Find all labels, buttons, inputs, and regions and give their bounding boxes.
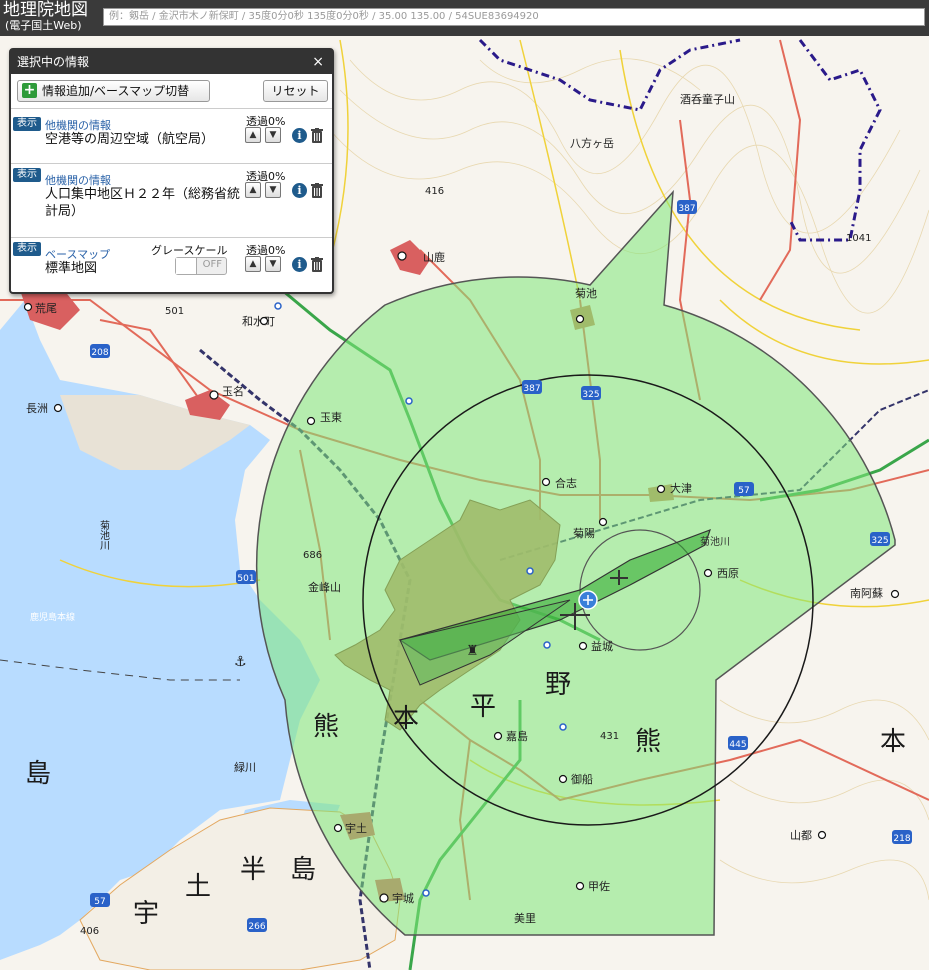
info-icon[interactable]: i — [292, 183, 307, 198]
panel-toolbar: + 情報追加/ベースマップ切替 リセット — [11, 74, 332, 109]
label-nagasu: 長洲 — [26, 402, 48, 415]
layer-item-did: 表示 他機関の情報 人口集中地区Ｈ２２年（総務省統計局） 透過0% ▲ ▼ i — [11, 164, 332, 238]
top-bar: 地理院地図 (電子国土Web) 例：剱岳 / 金沢市木ノ新保町 / 35度0分0… — [0, 0, 929, 36]
label-midorikawa: 緑川 — [234, 760, 256, 774]
add-info-button[interactable]: + 情報追加/ベースマップ切替 — [17, 80, 210, 102]
transparency-down-icon[interactable]: ▼ — [265, 256, 281, 272]
landmark-icon: ♜ — [466, 643, 479, 659]
app-title: 地理院地図 — [3, 0, 88, 20]
trash-icon[interactable] — [311, 128, 323, 143]
route-57-west: 57 — [94, 897, 105, 907]
label-kosa: 甲佐 — [588, 879, 610, 893]
elevation-431: 431 — [600, 731, 619, 742]
label-kikuyo: 菊陽 — [573, 527, 595, 540]
reset-button[interactable]: リセット — [263, 80, 328, 102]
elevation-416: 416 — [425, 186, 444, 197]
label-tamana: 玉名 — [222, 384, 244, 398]
elevation-1041: 1041 — [846, 233, 871, 244]
trash-icon[interactable] — [311, 183, 323, 198]
large-label-han: 半 — [240, 855, 266, 885]
label-happougatake: 八方ヶ岳 — [570, 136, 614, 150]
grayscale-label: グレースケール — [151, 244, 228, 257]
layer-show-badge[interactable]: 表示 — [13, 168, 41, 182]
elevation-501: 501 — [165, 306, 184, 317]
large-label-shima2: 島 — [290, 855, 316, 885]
label-nishihara: 西原 — [717, 567, 739, 580]
label-kinpozan: 金峰山 — [308, 580, 341, 594]
label-yamaga: 山鹿 — [423, 250, 445, 264]
selected-info-panel: 選択中の情報 × + 情報追加/ベースマップ切替 リセット 表示 他機関の情報 … — [9, 48, 334, 294]
large-label-u: 宇 — [133, 899, 159, 929]
route-501: 501 — [237, 574, 254, 584]
search-input[interactable]: 例：剱岳 / 金沢市木ノ新保町 / 35度0分0秒 135度0分0秒 / 35.… — [103, 8, 925, 26]
route-387: 387 — [523, 384, 540, 394]
info-icon[interactable]: i — [292, 257, 307, 272]
large-label-shima: 島 — [25, 759, 51, 789]
layer-title: 標準地図 — [45, 261, 98, 276]
label-arao: 荒尾 — [35, 302, 57, 315]
label-kashima: 嘉島 — [506, 729, 528, 743]
elevation-406: 406 — [80, 926, 99, 937]
route-445: 445 — [729, 740, 746, 750]
label-shutendoji-yama: 酒呑童子山 — [680, 92, 735, 106]
port-anchor-icon: ⚓ — [234, 654, 247, 670]
large-label-moto: 本 — [393, 704, 419, 734]
trash-icon[interactable] — [311, 257, 323, 272]
layer-title: 人口集中地区Ｈ２２年（総務省統計局） — [45, 187, 241, 219]
plus-icon: + — [22, 82, 37, 98]
info-icon[interactable]: i — [292, 128, 307, 143]
route-266: 266 — [248, 922, 265, 932]
large-label-ku: 熊 — [313, 712, 339, 742]
route-218: 218 — [893, 834, 910, 844]
layer-show-badge[interactable]: 表示 — [13, 117, 41, 131]
transparency-up-icon[interactable]: ▲ — [245, 256, 261, 272]
label-yamato: 山都 — [790, 829, 812, 842]
label-uto: 宇土 — [345, 822, 367, 835]
layer-item-airspace: 表示 他機関の情報 空港等の周辺空域（航空局） 透過0% ▲ ▼ i — [11, 109, 332, 164]
label-mifune: 御船 — [571, 772, 593, 786]
large-label-moto-east: 本 — [880, 727, 906, 757]
route-208: 208 — [91, 348, 108, 358]
label-koshi: 合志 — [555, 476, 577, 490]
route-325: 325 — [582, 390, 599, 400]
layer-item-basemap: 表示 ベースマップ 標準地図 グレースケール OFF 透過0% ▲ ▼ i — [11, 238, 332, 288]
route-325-east: 325 — [871, 536, 888, 546]
large-label-ya: 野 — [545, 670, 571, 700]
app-logo[interactable]: 地理院地図 (電子国土Web) — [3, 1, 88, 32]
label-mashiki: 益城 — [591, 639, 613, 653]
label-uki: 宇城 — [392, 892, 414, 905]
layer-title: 空港等の周辺空域（航空局） — [45, 132, 215, 147]
add-info-label: 情報追加/ベースマップ切替 — [42, 84, 190, 98]
close-icon[interactable]: × — [312, 50, 324, 74]
label-kagoshima-line: 鹿児島本線 — [30, 611, 75, 623]
label-kikuchi: 菊池 — [575, 287, 597, 300]
transparency-down-icon[interactable]: ▼ — [265, 127, 281, 143]
route-387-north: 387 — [678, 204, 695, 214]
large-label-do: 土 — [185, 872, 211, 902]
panel-header: 選択中の情報 × — [11, 50, 332, 74]
label-ozu: 大津 — [670, 481, 692, 495]
grayscale-toggle[interactable]: OFF — [175, 257, 227, 275]
toggle-knob — [176, 258, 197, 274]
transparency-up-icon[interactable]: ▲ — [245, 127, 261, 143]
layer-show-badge[interactable]: 表示 — [13, 242, 41, 256]
label-nagomi: 和水町 — [242, 315, 275, 328]
label-kikuchigawa: 菊池川 — [98, 520, 110, 550]
transparency-up-icon[interactable]: ▲ — [245, 182, 261, 198]
label-minamiaso: 南阿蘇 — [850, 587, 883, 600]
label-gyokuto: 玉東 — [320, 411, 342, 424]
label-misato: 美里 — [514, 912, 536, 925]
large-label-kuma-east: 熊 — [635, 727, 661, 757]
large-label-hei: 平 — [470, 692, 496, 722]
label-kikuchigawa-river: 菊池川 — [700, 535, 730, 548]
route-57: 57 — [738, 486, 749, 496]
app-subtitle: (電子国土Web) — [5, 19, 82, 32]
grayscale-state: OFF — [202, 259, 222, 270]
panel-title: 選択中の情報 — [17, 55, 90, 69]
elevation-686: 686 — [303, 550, 322, 561]
transparency-down-icon[interactable]: ▼ — [265, 182, 281, 198]
